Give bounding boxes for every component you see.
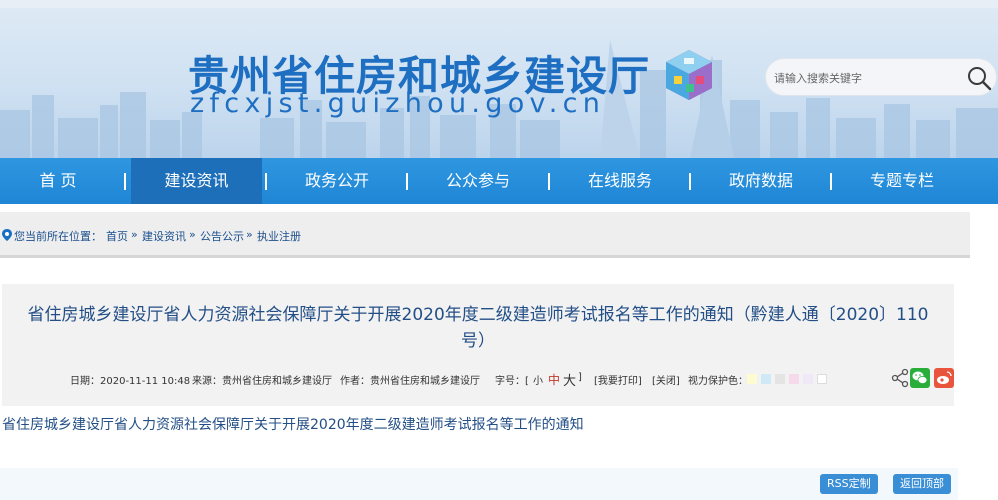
search-box — [765, 58, 997, 96]
breadcrumb-separator: » — [131, 228, 138, 241]
nav-separator — [689, 173, 691, 190]
location-pin-icon — [2, 229, 12, 241]
wechat-icon[interactable] — [910, 368, 930, 388]
search-icon[interactable] — [966, 65, 992, 91]
font-size-medium-button[interactable]: 中 — [548, 371, 560, 388]
article-date: 日期：2020-11-11 10:48 — [70, 376, 191, 387]
footer-strip — [0, 468, 958, 500]
share-icon[interactable] — [890, 368, 910, 388]
search-input[interactable] — [774, 68, 954, 88]
breadcrumb: 您当前所在位置： 首页 » 建设资讯 » 公告公示 » 执业注册 — [0, 212, 970, 258]
font-size-close-bracket: ] — [578, 372, 582, 383]
nav-item-construction-news[interactable]: 建设资讯 — [131, 158, 262, 204]
rss-subscribe-button[interactable]: RSS定制 — [820, 474, 878, 494]
nav-separator — [548, 173, 550, 190]
eye-color-swatch[interactable] — [747, 374, 757, 384]
nav-separator — [830, 173, 832, 190]
breadcrumb-link-construction-news[interactable]: 建设资讯 — [142, 228, 186, 244]
site-domain: zfcxjst.guizhou.gov.cn — [190, 88, 606, 119]
eye-color-swatch[interactable] — [817, 374, 827, 384]
eye-color-swatch[interactable] — [803, 374, 813, 384]
back-to-top-button[interactable]: 返回顶部 — [893, 474, 951, 494]
eye-color-swatch[interactable] — [775, 374, 785, 384]
nav-item-special-topics[interactable]: 专题专栏 — [837, 158, 967, 204]
breadcrumb-link-home[interactable]: 首页 — [106, 228, 128, 244]
nav-separator — [124, 173, 126, 190]
nav-item-public-participation[interactable]: 公众参与 — [413, 158, 543, 204]
nav-separator — [406, 173, 408, 190]
breadcrumb-prefix: 您当前所在位置： — [14, 230, 102, 243]
nav-item-government-data[interactable]: 政府数据 — [696, 158, 826, 204]
weibo-icon[interactable] — [934, 368, 954, 388]
article-body: 省住房城乡建设厅省人力资源社会保障厅关于开展2020年度二级建造师考试报名等工作… — [2, 417, 584, 433]
nav-item-government-affairs[interactable]: 政务公开 — [272, 158, 402, 204]
font-size-small-button[interactable]: 小 — [533, 372, 543, 387]
nav-item-home[interactable]: 首 页 — [0, 158, 116, 204]
font-size-label: 字号：[ — [495, 376, 529, 387]
page: 贵州省住房和城乡建设厅 zfcxjst.guizhou.gov.cn 首 页 建… — [0, 0, 998, 500]
main-nav: 首 页 建设资讯 政务公开 公众参与 在线服务 政府数据 专题专栏 — [0, 158, 998, 204]
print-button[interactable]: [我要打印] — [594, 372, 642, 387]
eye-color-swatch[interactable] — [761, 374, 771, 384]
nav-separator — [265, 173, 267, 190]
article-author: 作者：贵州省住房和城乡建设厅 — [340, 376, 480, 387]
article-title: 省住房城乡建设厅省人力资源社会保障厅关于开展2020年度二级建造师考试报名等工作… — [27, 305, 929, 351]
article-header: 省住房城乡建设厅省人力资源社会保障厅关于开展2020年度二级建造师考试报名等工作… — [2, 284, 954, 406]
nav-item-online-services[interactable]: 在线服务 — [555, 158, 685, 204]
eye-protection-label: 视力保护色： — [688, 376, 748, 387]
cube-logo-icon — [666, 50, 712, 100]
eye-color-swatch[interactable] — [789, 374, 799, 384]
breadcrumb-separator: » — [246, 228, 253, 241]
article-source: 来源：贵州省住房和城乡建设厅 — [192, 376, 332, 387]
breadcrumb-separator: » — [189, 228, 196, 241]
font-size-large-button[interactable]: 大 — [563, 370, 576, 389]
close-button[interactable]: [关闭] — [652, 372, 680, 387]
header-banner: 贵州省住房和城乡建设厅 zfcxjst.guizhou.gov.cn — [0, 0, 998, 158]
breadcrumb-link-registration[interactable]: 执业注册 — [257, 228, 301, 244]
breadcrumb-link-announcements[interactable]: 公告公示 — [200, 228, 244, 244]
